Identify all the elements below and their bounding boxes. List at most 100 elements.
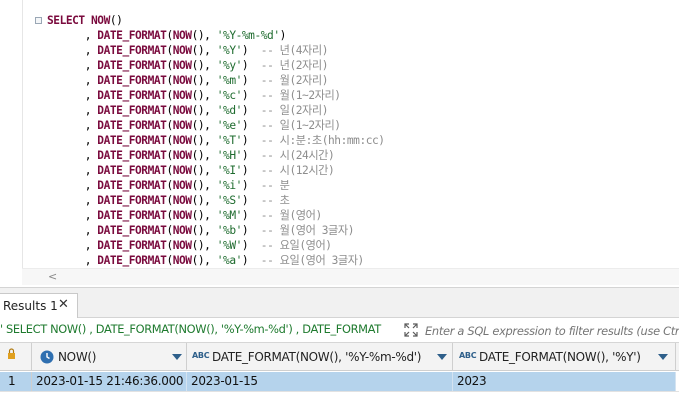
punctuation: (),	[191, 59, 217, 72]
punctuation: (),	[191, 209, 217, 222]
punctuation: ,	[84, 254, 98, 267]
code-line[interactable]: , DATE_FORMAT(NOW(), '%Y') -- 년(4자리)	[0, 43, 679, 58]
string-literal: '%M'	[216, 209, 243, 222]
string-literal: '%b'	[216, 224, 243, 237]
punctuation: (),	[191, 44, 217, 57]
punctuation: ,	[84, 29, 98, 42]
function-name: NOW	[172, 74, 192, 87]
punctuation: (),	[191, 149, 217, 162]
column-label: DATE_FORMAT(NOW(), '%Y-%m-%d')	[212, 350, 422, 364]
grid-cell[interactable]: 2023-01-15 21:46:36.000	[32, 372, 187, 391]
code-text: , DATE_FORMAT(NOW(), '%M') -- 월(영어)	[47, 208, 322, 223]
tab-results-1[interactable]: Results 1 ✕	[0, 293, 78, 319]
punctuation: )	[241, 119, 249, 132]
comment: -- 년(4자리)	[260, 44, 329, 57]
code-line[interactable]: , DATE_FORMAT(NOW(), '%S') -- 초	[0, 193, 679, 208]
code-text: , DATE_FORMAT(NOW(), '%c') -- 월(1~2자리)	[47, 88, 341, 103]
scroll-left-icon[interactable]: <	[48, 270, 57, 283]
row-header-corner	[0, 343, 32, 371]
code-text: , DATE_FORMAT(NOW(), '%S') -- 초	[47, 193, 290, 208]
code-line[interactable]: , DATE_FORMAT(NOW(), '%a') -- 요일(영어 3글자)	[0, 253, 679, 268]
comment: -- 초	[260, 194, 290, 207]
function-name: NOW	[91, 14, 110, 27]
column-header-date-format-y[interactable]: ABC DATE_FORMAT(NOW(), '%Y')	[453, 343, 676, 371]
comment: -- 일(1~2자리)	[260, 119, 341, 132]
function-name: NOW	[172, 239, 192, 252]
comment: -- 분	[260, 179, 290, 192]
expand-icon[interactable]	[402, 321, 420, 339]
code-text: , DATE_FORMAT(NOW(), '%I') -- 시(12시간)	[47, 163, 335, 178]
function-name: NOW	[172, 104, 192, 117]
punctuation: (),	[191, 29, 217, 42]
punctuation: )	[241, 149, 249, 162]
function-name: DATE_FORMAT	[97, 209, 167, 222]
punctuation: )	[241, 59, 249, 72]
string-literal: '%i'	[216, 179, 243, 192]
code-line[interactable]: , DATE_FORMAT(NOW(), '%y') -- 년(2자리)	[0, 58, 679, 73]
code-line[interactable]: , DATE_FORMAT(NOW(), '%Y-%m-%d')	[0, 28, 679, 43]
code-line[interactable]: , DATE_FORMAT(NOW(), '%H') -- 시(24시간)	[0, 148, 679, 163]
keyword: SELECT	[47, 14, 85, 27]
punctuation: )	[241, 89, 249, 102]
function-name: DATE_FORMAT	[97, 149, 167, 162]
sql-editor[interactable]: SELECT NOW() , DATE_FORMAT(NOW(), '%Y-%m…	[0, 0, 679, 287]
comment: -- 월(2자리)	[260, 74, 329, 87]
code-line[interactable]: , DATE_FORMAT(NOW(), '%d') -- 일(2자리)	[0, 103, 679, 118]
function-name: NOW	[172, 29, 192, 42]
punctuation: )	[241, 239, 249, 252]
punctuation: ,	[84, 209, 98, 222]
string-literal: '%e'	[216, 119, 243, 132]
code-line[interactable]: , DATE_FORMAT(NOW(), '%e') -- 일(1~2자리)	[0, 118, 679, 133]
grid-cell[interactable]: 2023	[453, 372, 676, 391]
code-text: , DATE_FORMAT(NOW(), '%y') -- 년(2자리)	[47, 58, 329, 73]
filter-input[interactable]	[425, 321, 679, 340]
editor-horizontal-scrollbar[interactable]: <	[22, 268, 679, 285]
punctuation: ,	[84, 164, 98, 177]
code-line[interactable]: , DATE_FORMAT(NOW(), '%I') -- 시(12시간)	[0, 163, 679, 178]
abc-icon: ABC	[192, 351, 210, 360]
string-literal: '%c'	[216, 89, 243, 102]
code-line[interactable]: , DATE_FORMAT(NOW(), '%m') -- 월(2자리)	[0, 73, 679, 88]
punctuation: (),	[191, 239, 217, 252]
function-name: DATE_FORMAT	[97, 74, 167, 87]
punctuation: (),	[191, 224, 217, 237]
code-line[interactable]: , DATE_FORMAT(NOW(), '%W') -- 요일(영어)	[0, 238, 679, 253]
column-header-now[interactable]: NOW()	[32, 343, 187, 371]
string-literal: '%T'	[216, 134, 243, 147]
punctuation: ,	[84, 119, 98, 132]
function-name: NOW	[172, 209, 192, 222]
string-literal: '%Y'	[216, 44, 243, 57]
punctuation: ,	[84, 44, 98, 57]
fold-marker-icon[interactable]	[35, 17, 42, 24]
close-icon[interactable]: ✕	[58, 297, 69, 312]
code-line[interactable]: , DATE_FORMAT(NOW(), '%i') -- 분	[0, 178, 679, 193]
sort-dropdown-icon[interactable]	[658, 354, 668, 360]
lock-icon	[8, 348, 15, 359]
code-line[interactable]: , DATE_FORMAT(NOW(), '%M') -- 월(영어)	[0, 208, 679, 223]
function-name: NOW	[172, 89, 192, 102]
function-name: NOW	[172, 149, 192, 162]
punctuation: )	[241, 179, 249, 192]
sort-dropdown-icon[interactable]	[172, 354, 182, 360]
punctuation: (),	[191, 179, 217, 192]
column-header-date-format-ymd[interactable]: ABC DATE_FORMAT(NOW(), '%Y-%m-%d')	[187, 343, 453, 371]
code-line[interactable]: , DATE_FORMAT(NOW(), '%T') -- 시:분:초(hh:m…	[0, 133, 679, 148]
table-row[interactable]: 2023-01-15 21:46:36.000 2023-01-15 2023	[0, 372, 679, 391]
code-lines[interactable]: SELECT NOW() , DATE_FORMAT(NOW(), '%Y-%m…	[0, 13, 679, 268]
string-literal: '%H'	[216, 149, 243, 162]
code-text: , DATE_FORMAT(NOW(), '%H') -- 시(24시간)	[47, 148, 335, 163]
sort-dropdown-icon[interactable]	[437, 354, 447, 360]
punctuation: (),	[191, 89, 217, 102]
code-text: , DATE_FORMAT(NOW(), '%e') -- 일(1~2자리)	[47, 118, 341, 133]
grid-cell[interactable]: 2023-01-15	[187, 372, 453, 391]
punctuation: ,	[84, 179, 98, 192]
code-line[interactable]: SELECT NOW()	[0, 13, 679, 28]
code-line[interactable]: , DATE_FORMAT(NOW(), '%c') -- 월(1~2자리)	[0, 88, 679, 103]
code-line[interactable]: , DATE_FORMAT(NOW(), '%b') -- 월(영어 3글자)	[0, 223, 679, 238]
punctuation: (),	[191, 134, 217, 147]
function-name: DATE_FORMAT	[97, 59, 167, 72]
punctuation: (),	[191, 194, 217, 207]
punctuation: ()	[109, 14, 123, 27]
cell-value: 2023	[457, 374, 487, 388]
comment: -- 시(24시간)	[260, 149, 335, 162]
